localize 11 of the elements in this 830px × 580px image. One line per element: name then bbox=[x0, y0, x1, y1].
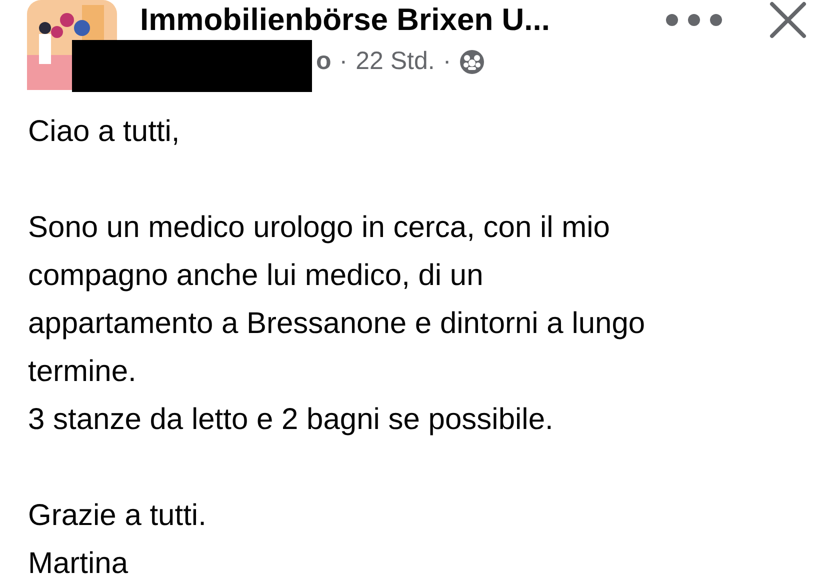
post-time[interactable]: 22 Std. bbox=[356, 47, 435, 76]
author-name[interactable]: o bbox=[316, 47, 332, 76]
separator: · bbox=[442, 47, 452, 76]
group-name[interactable]: Immobilienbörse Brixen U... bbox=[140, 2, 550, 38]
more-options-icon[interactable] bbox=[664, 13, 724, 27]
separator: · bbox=[339, 47, 348, 76]
post-text: Sono un medico urologo in cerca, con il mio compagno anche lui medico, di un appartamento a Bressanone e dintorni a lungo termine. 3 stanze da letto e 2 bagni se possibile. bbox=[28, 210, 646, 438]
group-audience-icon bbox=[459, 48, 486, 74]
post-text: Grazie a tutti. Martina bbox=[28, 498, 208, 580]
close-icon[interactable] bbox=[768, 0, 808, 40]
post-text: Ciao a tutti, bbox=[28, 114, 181, 150]
